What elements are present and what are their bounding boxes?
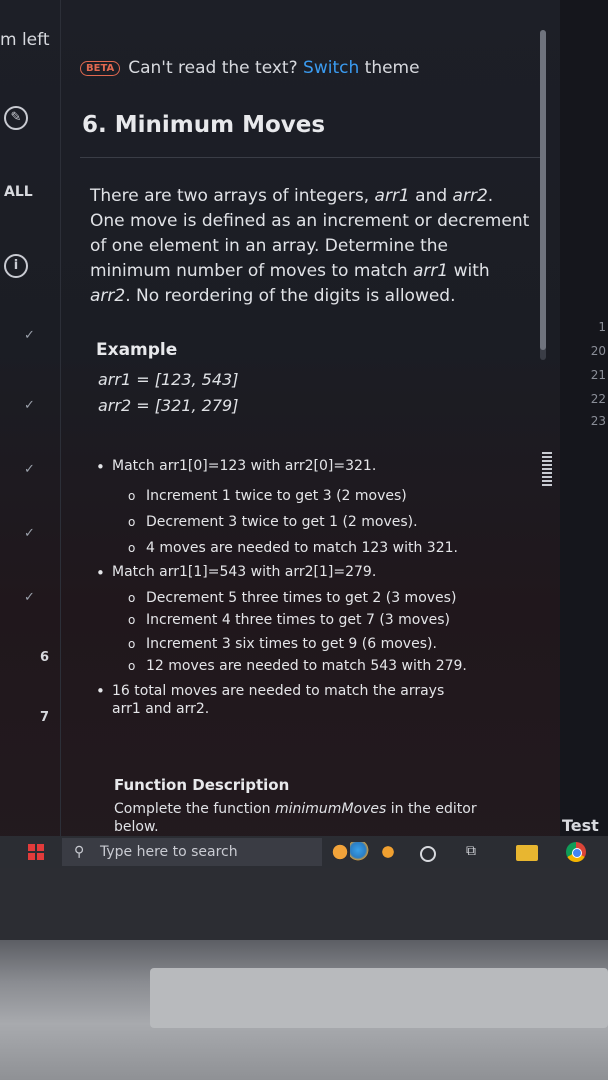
list-item: 4 moves are needed to match 123 with 321… bbox=[128, 540, 458, 556]
problem-title: 6. Minimum Moves bbox=[82, 112, 326, 138]
problem-description: There are two arrays of integers, arr1 a… bbox=[90, 186, 530, 306]
check-icon[interactable]: ✓ bbox=[24, 328, 35, 343]
list-item: Decrement 5 three times to get 2 (3 move… bbox=[128, 590, 456, 606]
line-number: 23 bbox=[590, 414, 606, 428]
code-editor[interactable]: 1 20 21 22 23 bbox=[560, 0, 608, 840]
weather-icon[interactable] bbox=[330, 842, 350, 862]
sun-icon[interactable] bbox=[378, 842, 398, 862]
switch-theme-link[interactable]: Switch bbox=[303, 58, 359, 78]
pin-icon[interactable]: ✎ bbox=[4, 106, 28, 130]
laptop-hinge-slot bbox=[150, 968, 608, 1028]
globe-icon[interactable] bbox=[350, 842, 370, 862]
scrollbar-thumb[interactable] bbox=[540, 30, 546, 350]
theme-word: theme bbox=[364, 58, 420, 78]
list-item: 16 total moves are needed to match the a… bbox=[96, 682, 472, 718]
theme-prompt: Can't read the text? bbox=[128, 58, 298, 78]
list-item: Increment 3 six times to get 9 (6 moves)… bbox=[128, 636, 437, 652]
example-arr2: arr2 = [321, 279] bbox=[98, 396, 239, 415]
taskbar-search-input[interactable]: ⚲ Type here to search bbox=[62, 838, 322, 866]
cortana-icon[interactable] bbox=[420, 846, 436, 862]
task-view-icon[interactable]: ⧉ bbox=[466, 843, 476, 859]
list-item: Match arr1[0]=123 with arr2[0]=321. bbox=[96, 458, 376, 476]
list-item: Increment 4 three times to get 7 (3 move… bbox=[128, 612, 450, 628]
theme-banner: BETA Can't read the text? Switch theme bbox=[80, 58, 420, 78]
windows-start-icon[interactable] bbox=[28, 844, 44, 860]
line-number: 22 bbox=[590, 392, 606, 406]
time-left-label: m left bbox=[0, 30, 50, 50]
question-number-6[interactable]: 6 bbox=[40, 650, 49, 665]
list-item: 12 moves are needed to match 543 with 27… bbox=[128, 658, 467, 674]
title-divider bbox=[80, 157, 542, 158]
example-arr1: arr1 = [123, 543] bbox=[98, 370, 239, 389]
question-rail: m left ✎ ALL i ✓ ✓ ✓ ✓ ✓ 6 7 bbox=[0, 0, 61, 840]
list-item: Match arr1[1]=543 with arr2[1]=279. bbox=[96, 564, 376, 582]
check-icon[interactable]: ✓ bbox=[24, 398, 35, 413]
list-item: Decrement 3 twice to get 1 (2 moves). bbox=[128, 514, 418, 530]
info-icon[interactable]: i bbox=[4, 254, 28, 278]
check-icon[interactable]: ✓ bbox=[24, 526, 35, 541]
search-icon: ⚲ bbox=[74, 844, 85, 860]
check-icon[interactable]: ✓ bbox=[24, 462, 35, 477]
line-number: 21 bbox=[590, 368, 606, 382]
question-number-7[interactable]: 7 bbox=[40, 710, 49, 725]
panel-resize-handle[interactable] bbox=[542, 452, 552, 488]
line-number: 1 bbox=[598, 320, 606, 334]
file-explorer-icon[interactable] bbox=[516, 845, 538, 861]
example-heading: Example bbox=[96, 340, 178, 360]
function-description-heading: Function Description bbox=[114, 776, 290, 794]
all-questions-link[interactable]: ALL bbox=[4, 184, 33, 200]
function-description-text: Complete the function minimumMoves in th… bbox=[114, 801, 477, 835]
chrome-icon[interactable] bbox=[566, 842, 586, 862]
check-icon[interactable]: ✓ bbox=[24, 590, 35, 605]
problem-panel: BETA Can't read the text? Switch theme 6.… bbox=[62, 0, 542, 840]
beta-badge: BETA bbox=[80, 60, 121, 76]
list-item: Increment 1 twice to get 3 (2 moves) bbox=[128, 488, 407, 504]
search-placeholder: Type here to search bbox=[100, 844, 238, 860]
screen: m left ✎ ALL i ✓ ✓ ✓ ✓ ✓ 6 7 BETA Can't r… bbox=[0, 0, 608, 868]
windows-taskbar: ⚲ Type here to search ⧉ bbox=[0, 836, 608, 868]
line-number: 20 bbox=[590, 344, 606, 358]
